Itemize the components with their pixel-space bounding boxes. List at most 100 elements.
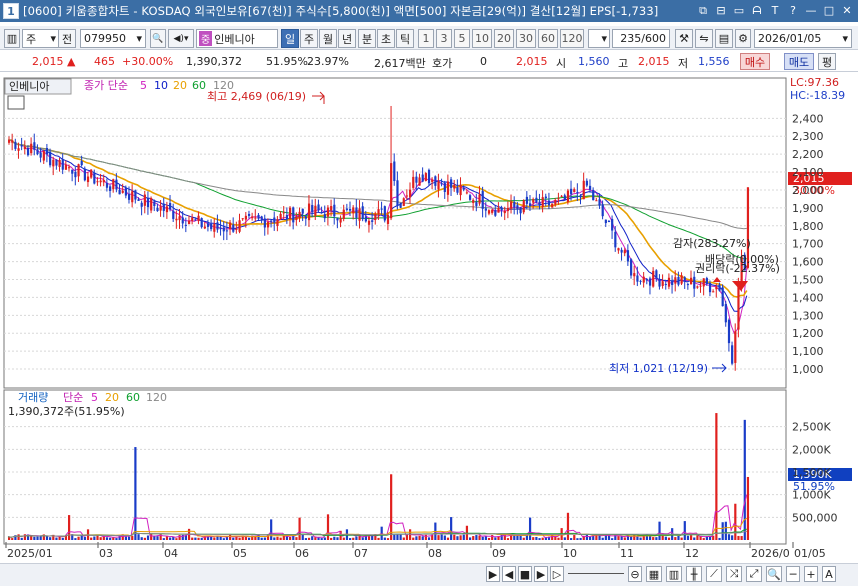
candle-body: [642, 276, 645, 283]
candle-body: [235, 228, 238, 230]
candle-body: [481, 191, 484, 209]
volume-bar: [658, 521, 661, 540]
scroll-back-button[interactable]: ◀: [502, 566, 516, 582]
text-icon[interactable]: T: [768, 3, 782, 18]
candle-body: [690, 277, 693, 285]
period-day-button[interactable]: 일: [281, 29, 299, 48]
grid-icon[interactable]: [7, 95, 25, 110]
candle-body: [636, 275, 639, 282]
play-button[interactable]: ▶: [534, 566, 548, 582]
save-icon[interactable]: ▤: [715, 29, 733, 48]
close-icon[interactable]: ✕: [840, 3, 854, 18]
settings-icon[interactable]: ⚙: [735, 29, 751, 48]
line-icon[interactable]: ⟋: [706, 566, 722, 582]
period-year-button[interactable]: 년: [338, 29, 356, 48]
candle-body: [213, 223, 216, 232]
bar-icon[interactable]: ▥: [666, 566, 682, 582]
interval-select[interactable]: ▾: [588, 29, 610, 48]
volume-bar: [20, 537, 23, 540]
scroll-right-button[interactable]: ▶: [486, 566, 500, 582]
period-week-button[interactable]: 주: [300, 29, 318, 48]
candle-body: [191, 217, 194, 221]
layout-icon[interactable]: ▭: [732, 3, 746, 18]
interval-30-button[interactable]: 30: [516, 29, 536, 48]
interval-1-button[interactable]: 1: [418, 29, 434, 48]
tools-icon[interactable]: ⚒: [675, 29, 693, 48]
candle-body: [140, 202, 143, 207]
ma5-label: 5: [140, 79, 147, 92]
candle-body: [607, 220, 611, 223]
candle-icon[interactable]: ╫: [686, 566, 702, 582]
volume-bar: [630, 536, 633, 540]
volume-tick-label: 2,500K: [792, 421, 831, 434]
volume-bar: [175, 538, 178, 540]
interval-20-button[interactable]: 20: [494, 29, 514, 48]
scale-icon[interactable]: ⤢: [746, 566, 762, 582]
x-tick-label: 01/05: [794, 547, 826, 560]
play-end-button[interactable]: ▷: [550, 566, 564, 582]
trade-amount: 2,617백만: [374, 57, 426, 70]
eval-button[interactable]: 평: [818, 53, 836, 70]
period-minute-button[interactable]: 분: [358, 29, 376, 48]
chart-icon[interactable]: ▦: [646, 566, 662, 582]
zoom-minus-button[interactable]: ─: [786, 566, 800, 582]
open-value: 1,560: [578, 55, 610, 68]
window-number[interactable]: 1: [3, 3, 19, 19]
candle-body: [538, 201, 541, 206]
candle-body: [573, 189, 576, 193]
zoom-out-icon[interactable]: ⊖: [628, 566, 642, 582]
candle-body: [137, 199, 140, 201]
split-icon[interactable]: ⊟: [714, 3, 728, 18]
candle-body: [595, 200, 598, 202]
speaker-icon[interactable]: ◀) ▾: [168, 29, 194, 48]
search-icon[interactable]: 🔍: [766, 566, 782, 582]
volume-bar: [437, 535, 440, 540]
event-ex-rights: 권리락(-22.37%): [695, 262, 780, 275]
volume-bar: [377, 537, 380, 540]
interval-3-button[interactable]: 3: [436, 29, 452, 48]
candle-body: [30, 143, 33, 154]
search-icon[interactable]: 🔍: [150, 29, 166, 48]
sell-button[interactable]: 매도: [784, 53, 814, 70]
chart-type-icon[interactable]: ▥: [4, 29, 20, 48]
auto-scale-button[interactable]: A: [822, 566, 836, 582]
maximize-icon[interactable]: □: [822, 3, 836, 18]
buy-button[interactable]: 매수: [740, 53, 770, 70]
chart-area[interactable]: 인베니아 종가 단순 5 10 20 60 120 LC:97.36 HC:-1…: [0, 74, 858, 564]
interval-5-button[interactable]: 5: [454, 29, 470, 48]
compare-icon[interactable]: ⤨: [726, 566, 742, 582]
candle-body: [604, 219, 607, 224]
candle-body: [292, 207, 295, 223]
zoom-plus-button[interactable]: +: [804, 566, 818, 582]
scroll-slider-track[interactable]: [568, 573, 624, 574]
minimize-icon[interactable]: —: [804, 3, 818, 18]
count-field[interactable]: 235/600: [612, 29, 670, 48]
interval-60-button[interactable]: 60: [538, 29, 558, 48]
stop-button[interactable]: ■: [518, 566, 532, 582]
price-panel-frame: [3, 77, 787, 389]
interval-10-button[interactable]: 10: [472, 29, 492, 48]
bid-label: 호가: [432, 57, 453, 70]
candle-body: [156, 207, 159, 212]
tool-icon[interactable]: ᗩ: [750, 3, 764, 18]
candle-body: [475, 202, 478, 206]
date-field[interactable]: 2026/01/05 ▾: [754, 29, 852, 48]
chart-svg[interactable]: 인베니아 종가 단순 5 10 20 60 120 LC:97.36 HC:-1…: [0, 74, 858, 564]
interval-120-button[interactable]: 120: [560, 29, 584, 48]
market-select[interactable]: 주 ▾: [22, 29, 60, 48]
prev-button[interactable]: 전: [58, 29, 76, 48]
stock-name-field[interactable]: 중 인베니아: [196, 29, 278, 48]
volume-bar: [191, 537, 194, 540]
period-month-button[interactable]: 월: [319, 29, 337, 48]
code-input[interactable]: 079950 ▾: [80, 29, 146, 48]
chart-compare-icon[interactable]: ⇋: [695, 29, 713, 48]
candle-body: [506, 207, 510, 212]
period-second-button[interactable]: 초: [377, 29, 395, 48]
volume-bar: [143, 537, 146, 540]
volume-bar: [197, 537, 200, 540]
chevron-down-icon: ▾: [136, 32, 142, 45]
link-icon[interactable]: ⧉: [696, 3, 710, 18]
volume-bar: [247, 537, 251, 540]
period-tick-button[interactable]: 틱: [396, 29, 414, 48]
help-icon[interactable]: ?: [786, 3, 800, 18]
